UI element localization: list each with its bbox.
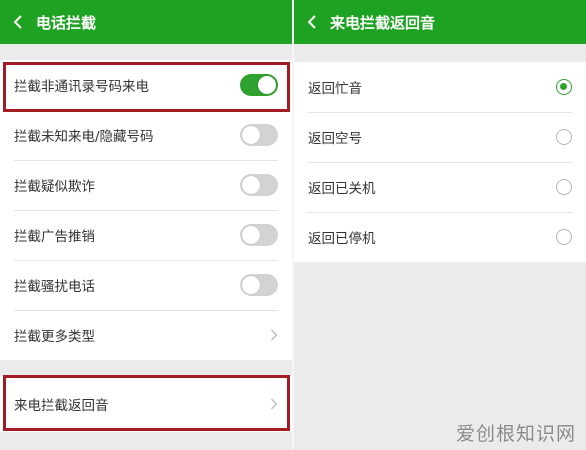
watermark: 爱创根知识网 xyxy=(455,423,576,445)
page-title: 来电拦截返回音 xyxy=(330,13,436,32)
chevron-right-icon xyxy=(271,329,278,341)
return-tone-screen: 来电拦截返回音 返回忙音 返回空号 返回已关机 返回已停机 爱创根知识网 xyxy=(294,0,586,450)
page-title: 电话拦截 xyxy=(36,13,97,32)
option-label: 返回空号 xyxy=(308,131,362,147)
row-label: 拦截非通讯录号码来电 xyxy=(14,79,149,95)
right-header: 来电拦截返回音 xyxy=(294,0,586,44)
row-block-more-types[interactable]: 拦截更多类型 xyxy=(0,310,292,360)
row-label: 拦截疑似欺诈 xyxy=(14,179,95,195)
radio-button[interactable] xyxy=(556,179,572,195)
row-block-suspected-fraud[interactable]: 拦截疑似欺诈 xyxy=(0,160,292,210)
chevron-left-icon xyxy=(13,15,22,29)
row-block-unknown-hidden[interactable]: 拦截未知来电/隐藏号码 xyxy=(0,110,292,160)
toggle-switch[interactable] xyxy=(240,124,278,146)
toggle-knob xyxy=(242,126,260,144)
row-block-non-contacts[interactable]: 拦截非通讯录号码来电 xyxy=(0,60,292,110)
radio-button[interactable] xyxy=(556,129,572,145)
option-label: 返回忙音 xyxy=(308,81,362,97)
row-label: 拦截未知来电/隐藏号码 xyxy=(14,129,154,145)
radio-button[interactable] xyxy=(556,79,572,95)
row-return-tone[interactable]: 来电拦截返回音 xyxy=(0,376,292,432)
toggle-knob xyxy=(258,76,276,94)
row-block-harassment[interactable]: 拦截骚扰电话 xyxy=(0,260,292,310)
row-label: 拦截更多类型 xyxy=(14,329,95,345)
option-label: 返回已关机 xyxy=(308,181,376,197)
row-label: 拦截骚扰电话 xyxy=(14,279,95,295)
call-block-settings-screen: 电话拦截 拦截非通讯录号码来电 拦截未知来电/隐藏号码 拦截疑似欺诈 拦截广告推… xyxy=(0,0,292,450)
back-button[interactable] xyxy=(0,15,36,29)
toggle-switch[interactable] xyxy=(240,74,278,96)
toggle-switch[interactable] xyxy=(240,274,278,296)
toggle-switch[interactable] xyxy=(240,174,278,196)
row-block-ads[interactable]: 拦截广告推销 xyxy=(0,210,292,260)
chevron-right-icon xyxy=(271,398,278,410)
row-label: 来电拦截返回音 xyxy=(14,398,109,414)
return-tone-list: 来电拦截返回音 xyxy=(0,376,292,432)
option-empty-number[interactable]: 返回空号 xyxy=(294,112,586,162)
toggle-knob xyxy=(242,176,260,194)
option-powered-off[interactable]: 返回已关机 xyxy=(294,162,586,212)
left-header: 电话拦截 xyxy=(0,0,292,44)
chevron-left-icon xyxy=(307,15,316,29)
option-label: 返回已停机 xyxy=(308,231,376,247)
toggle-knob xyxy=(242,276,260,294)
option-suspended[interactable]: 返回已停机 xyxy=(294,212,586,262)
return-tone-options: 返回忙音 返回空号 返回已关机 返回已停机 xyxy=(294,62,586,262)
toggle-switch[interactable] xyxy=(240,224,278,246)
block-options-list: 拦截非通讯录号码来电 拦截未知来电/隐藏号码 拦截疑似欺诈 拦截广告推销 拦截骚… xyxy=(0,60,292,360)
radio-button[interactable] xyxy=(556,229,572,245)
back-button[interactable] xyxy=(294,15,330,29)
toggle-knob xyxy=(242,226,260,244)
row-label: 拦截广告推销 xyxy=(14,229,95,245)
option-busy-tone[interactable]: 返回忙音 xyxy=(294,62,586,112)
